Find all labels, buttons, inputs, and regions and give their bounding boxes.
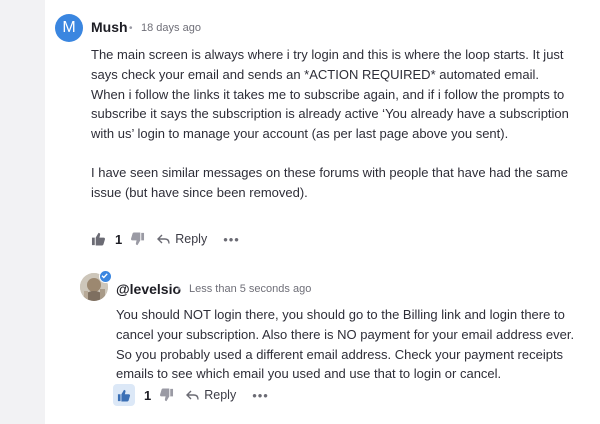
comment-actions: 1 Reply ••• [91, 229, 240, 249]
comment-author[interactable]: Mush [91, 19, 128, 35]
reply-button[interactable]: Reply [157, 232, 207, 246]
reply-label: Reply [175, 232, 208, 246]
like-count: 1 [144, 387, 152, 403]
reply-actions: 1 Reply ••• [113, 384, 269, 406]
reply-author[interactable]: @levelsio [116, 281, 181, 297]
more-options-button[interactable]: ••• [252, 388, 269, 403]
thumbs-up-icon[interactable] [91, 232, 106, 246]
thumbs-down-icon[interactable] [130, 232, 145, 246]
comment-paragraph: The main screen is always where i try lo… [91, 47, 569, 142]
comment-paragraph: I have seen similar messages on these fo… [91, 164, 568, 200]
comment-body: The main screen is always where i try lo… [91, 45, 573, 203]
reply-button[interactable]: Reply [186, 388, 236, 402]
reply-timestamp[interactable]: Less than 5 seconds ago [189, 283, 311, 295]
separator-dot: • [129, 23, 133, 34]
thumbs-down-icon[interactable] [159, 388, 174, 402]
reply-label: Reply [204, 388, 237, 402]
reply-body: You should NOT login there, you should g… [116, 305, 578, 384]
avatar[interactable]: M [55, 14, 83, 42]
reply-arrow-icon [157, 234, 170, 244]
reply-paragraph: You should NOT login there, you should g… [116, 307, 575, 382]
separator-dot: • [177, 284, 181, 295]
verified-badge-icon [99, 270, 112, 283]
more-options-button[interactable]: ••• [223, 232, 240, 247]
reply-arrow-icon [186, 390, 199, 400]
comment-timestamp[interactable]: 18 days ago [141, 22, 201, 34]
thumbs-up-icon[interactable] [113, 384, 135, 406]
like-count: 1 [115, 231, 123, 247]
